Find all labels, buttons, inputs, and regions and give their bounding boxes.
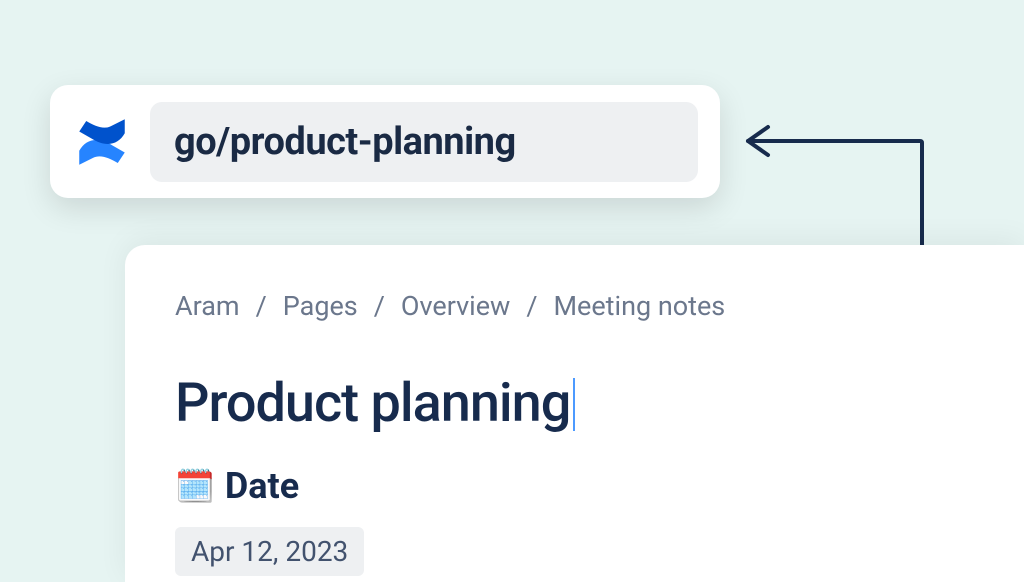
url-value: go/product-planning: [174, 120, 516, 164]
confluence-icon: [72, 112, 132, 172]
breadcrumb-separator: /: [256, 290, 267, 322]
date-label-text: Date: [225, 465, 299, 507]
page-title-text: Product planning: [175, 372, 570, 435]
url-bar-card: go/product-planning: [50, 85, 720, 198]
breadcrumb-separator: /: [374, 290, 385, 322]
breadcrumb-item[interactable]: Meeting notes: [553, 290, 725, 322]
url-input[interactable]: go/product-planning: [150, 102, 698, 182]
date-value[interactable]: Apr 12, 2023: [175, 527, 364, 576]
breadcrumb-item[interactable]: Aram: [175, 290, 240, 322]
document-card: Aram / Pages / Overview / Meeting notes …: [125, 245, 1024, 582]
breadcrumb-separator: /: [526, 290, 537, 322]
breadcrumb: Aram / Pages / Overview / Meeting notes: [175, 290, 974, 322]
calendar-icon: 🗓️: [175, 470, 215, 502]
breadcrumb-item[interactable]: Overview: [401, 290, 510, 322]
breadcrumb-item[interactable]: Pages: [283, 290, 358, 322]
date-field-label: 🗓️ Date: [175, 465, 974, 507]
page-title[interactable]: Product planning: [175, 372, 570, 435]
